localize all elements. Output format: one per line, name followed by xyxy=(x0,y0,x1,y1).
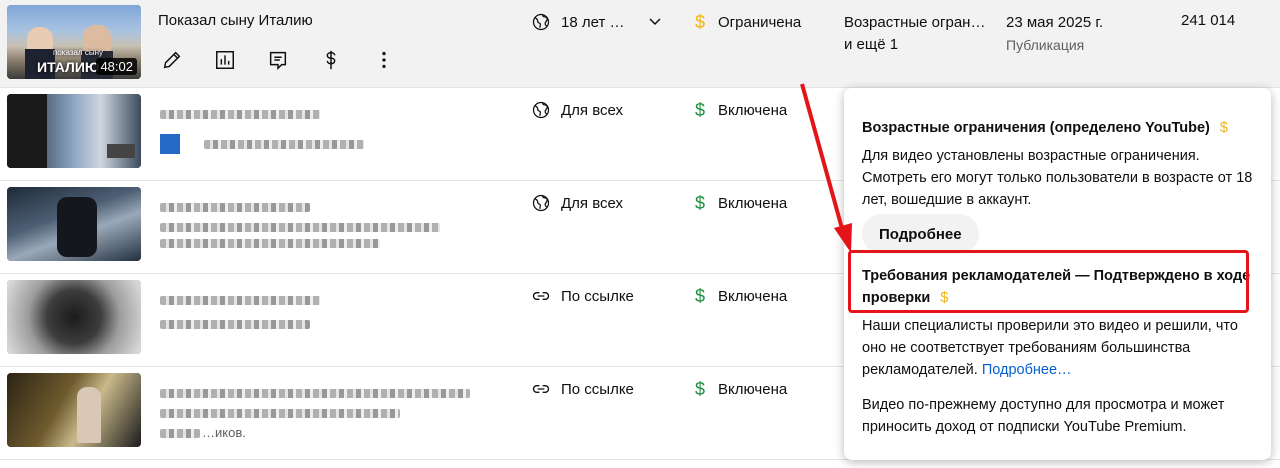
dollar-icon[interactable] xyxy=(319,48,343,72)
restrictions-cell[interactable]: Возрастные огран… и ещё 1 xyxy=(844,12,985,56)
learn-more-button[interactable]: Подробнее xyxy=(862,214,979,254)
thumbnail-caption: показал сыну ИТАЛИЮ xyxy=(37,48,103,75)
video-thumbnail[interactable] xyxy=(7,94,141,168)
more-vert-icon[interactable] xyxy=(372,48,396,72)
blurred-description xyxy=(160,223,440,232)
date-cell: 23 мая 2025 г. Публикация xyxy=(1006,12,1103,56)
visibility-cell[interactable]: 18 лет … xyxy=(531,12,663,32)
video-thumbnail[interactable] xyxy=(7,187,141,261)
monetization-label: Включена xyxy=(718,195,788,212)
dollar-icon: $ xyxy=(694,286,705,306)
visibility-cell[interactable]: По ссылке xyxy=(531,286,634,306)
visibility-cell[interactable]: По ссылке xyxy=(531,379,634,399)
visibility-label: По ссылке xyxy=(561,380,634,398)
blurred-description xyxy=(160,409,400,418)
monetization-label: Включена xyxy=(718,288,788,305)
popup-section-text: Видео по-прежнему доступно для просмотра… xyxy=(862,397,1225,435)
date-type: Публикация xyxy=(1006,37,1085,53)
monetization-label: Включена xyxy=(718,381,788,398)
dollar-icon: $ xyxy=(694,193,705,213)
video-title[interactable]: Показал сыну Италию xyxy=(158,12,313,29)
blurred-title xyxy=(160,203,310,212)
bar-chart-icon[interactable] xyxy=(213,48,237,72)
blurred-description xyxy=(160,429,200,438)
visibility-label: Для всех xyxy=(561,194,624,212)
monetization-cell[interactable]: $ Включена xyxy=(691,379,787,400)
dollar-icon: $ xyxy=(940,290,949,306)
monetization-label: Включена xyxy=(718,102,788,119)
blurred-title xyxy=(160,389,470,398)
visibility-label: Для всех xyxy=(561,101,624,119)
globe-icon xyxy=(531,193,551,213)
dollar-icon: $ xyxy=(694,379,705,399)
chevron-down-icon[interactable] xyxy=(647,14,663,30)
blurred-title xyxy=(160,296,320,305)
comments-icon[interactable] xyxy=(266,48,290,72)
description-tail: …иков. xyxy=(202,425,246,440)
blurred-title xyxy=(160,110,320,119)
popup-section-title: Требования рекламодателей — Подтверждено… xyxy=(862,268,1251,306)
monetization-cell[interactable]: $ Ограничена xyxy=(691,12,801,33)
channel-avatar xyxy=(160,134,180,154)
monetization-cell[interactable]: $ Включена xyxy=(691,100,787,121)
dollar-icon: $ xyxy=(694,12,705,32)
dollar-icon: $ xyxy=(1219,120,1228,136)
restrictions-more: и ещё 1 xyxy=(844,36,899,53)
video-duration: 48:02 xyxy=(96,58,137,75)
globe-icon xyxy=(531,100,551,120)
visibility-label: 18 лет … xyxy=(561,13,625,31)
popup-section-text: Наши специалисты проверили это видео и р… xyxy=(862,318,1238,378)
monetization-cell[interactable]: $ Включена xyxy=(691,193,787,214)
table-row[interactable]: показал сыну ИТАЛИЮ 48:02 Показал сыну И… xyxy=(0,0,1280,88)
monetization-cell[interactable]: $ Включена xyxy=(691,286,787,307)
visibility-cell[interactable]: Для всех xyxy=(531,100,623,120)
video-thumbnail[interactable] xyxy=(7,373,141,447)
pencil-icon[interactable] xyxy=(160,48,184,72)
link-icon xyxy=(531,286,551,306)
learn-more-link[interactable]: Подробнее… xyxy=(982,362,1072,378)
restrictions-popup: Возрастные ограничения (определено YouTu… xyxy=(844,88,1271,460)
monetization-label: Ограничена xyxy=(718,14,802,31)
publish-date: 23 мая 2025 г. xyxy=(1006,14,1104,31)
views-count: 241 014 xyxy=(1181,12,1236,29)
blurred-description xyxy=(160,320,310,329)
restrictions-line: Возрастные огран… xyxy=(844,14,986,31)
visibility-cell[interactable]: Для всех xyxy=(531,193,623,213)
video-thumbnail[interactable] xyxy=(7,280,141,354)
popup-section-title: Возрастные ограничения (определено YouTu… xyxy=(862,120,1228,136)
visibility-label: По ссылке xyxy=(561,287,634,305)
globe-icon xyxy=(531,12,551,32)
dollar-icon: $ xyxy=(694,100,705,120)
video-thumbnail[interactable]: показал сыну ИТАЛИЮ 48:02 xyxy=(7,5,141,79)
link-icon xyxy=(531,379,551,399)
blurred-description xyxy=(204,140,364,149)
blurred-description xyxy=(160,239,380,248)
popup-section-text: Для видео установлены возрастные огранич… xyxy=(862,148,1253,208)
